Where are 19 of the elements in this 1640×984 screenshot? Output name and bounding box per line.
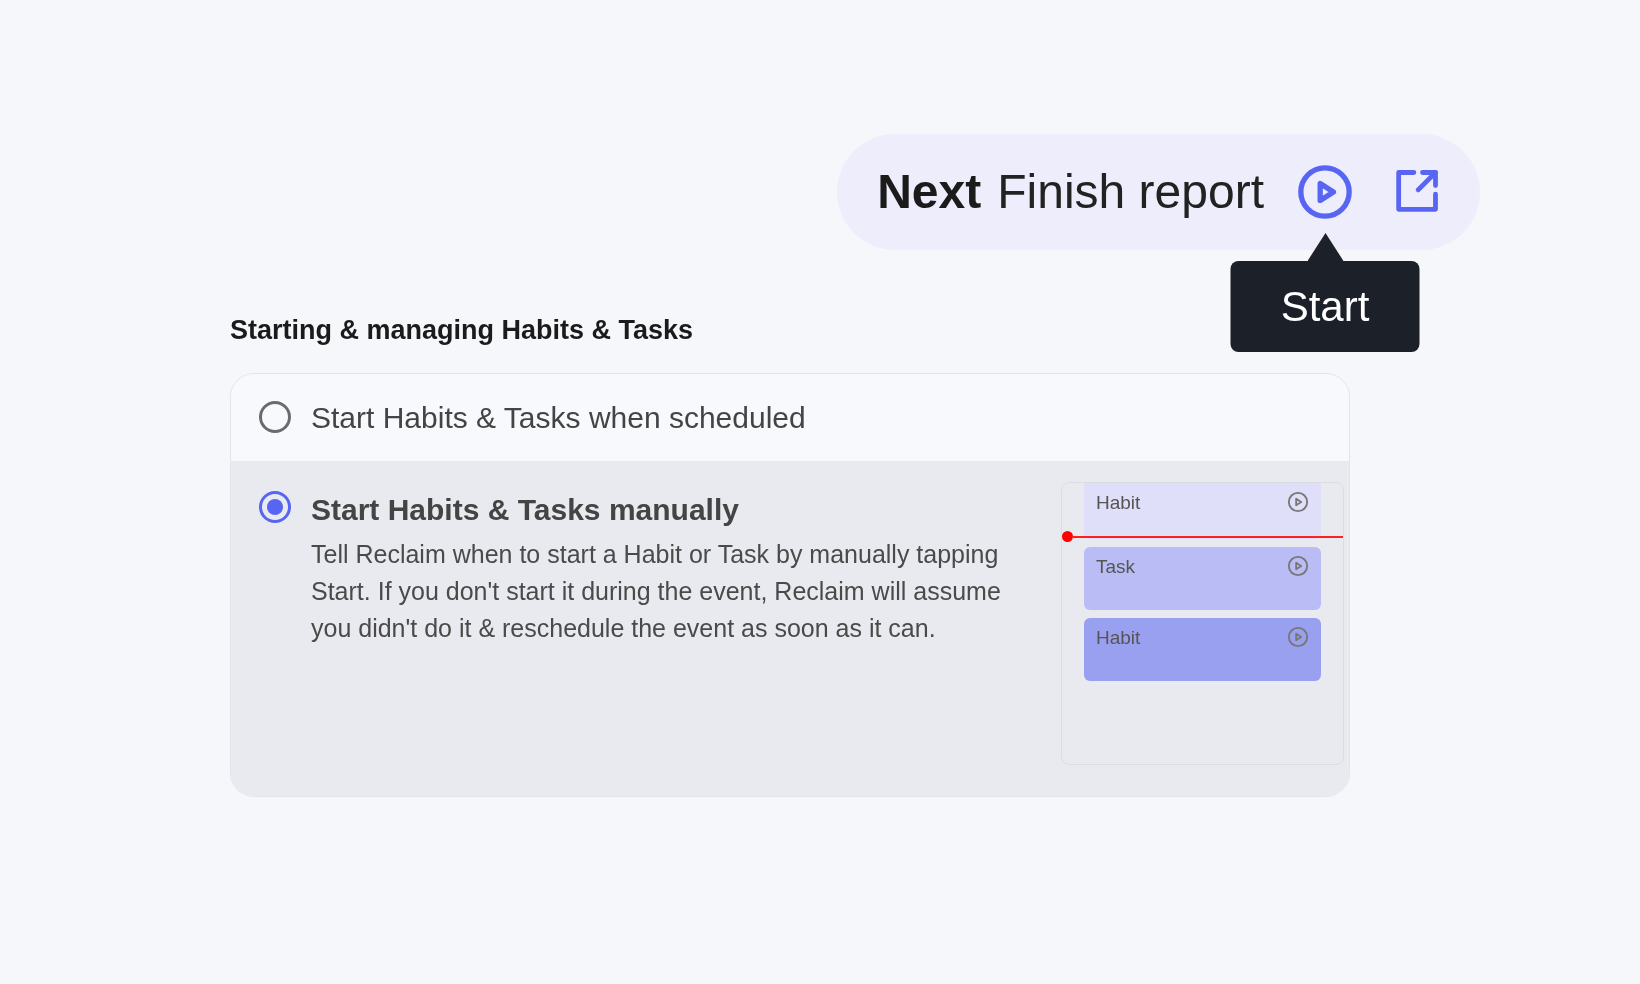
option-label: Start Habits & Tasks manually [311,491,740,528]
radio-button[interactable] [259,401,291,433]
next-label: Next [877,164,982,220]
task-title: Finish report [997,164,1264,220]
event-label: Task [1096,554,1136,579]
play-icon [1287,554,1309,577]
start-button[interactable] [1296,163,1354,221]
event-label: Habit [1096,490,1141,515]
option-description: Tell Reclaim when to start a Habit or Task by manually tapping Start. If you don't start it during the event, Reclaim will assume you didn't do it & reschedule the event as soon as it can. [311,538,1001,644]
event-label: Habit [1096,625,1141,650]
play-icon [1287,490,1309,513]
option-label: Start Habits & Tasks when scheduled [311,399,807,436]
play-icon [1296,163,1354,221]
tooltip-arrow [1307,233,1343,261]
radio-button[interactable] [259,490,291,523]
tooltip: Start [1230,261,1420,352]
play-icon [1287,625,1309,648]
section-heading: Starting & managing Habits & Tasks [230,314,695,347]
option-row[interactable] [231,460,1349,796]
